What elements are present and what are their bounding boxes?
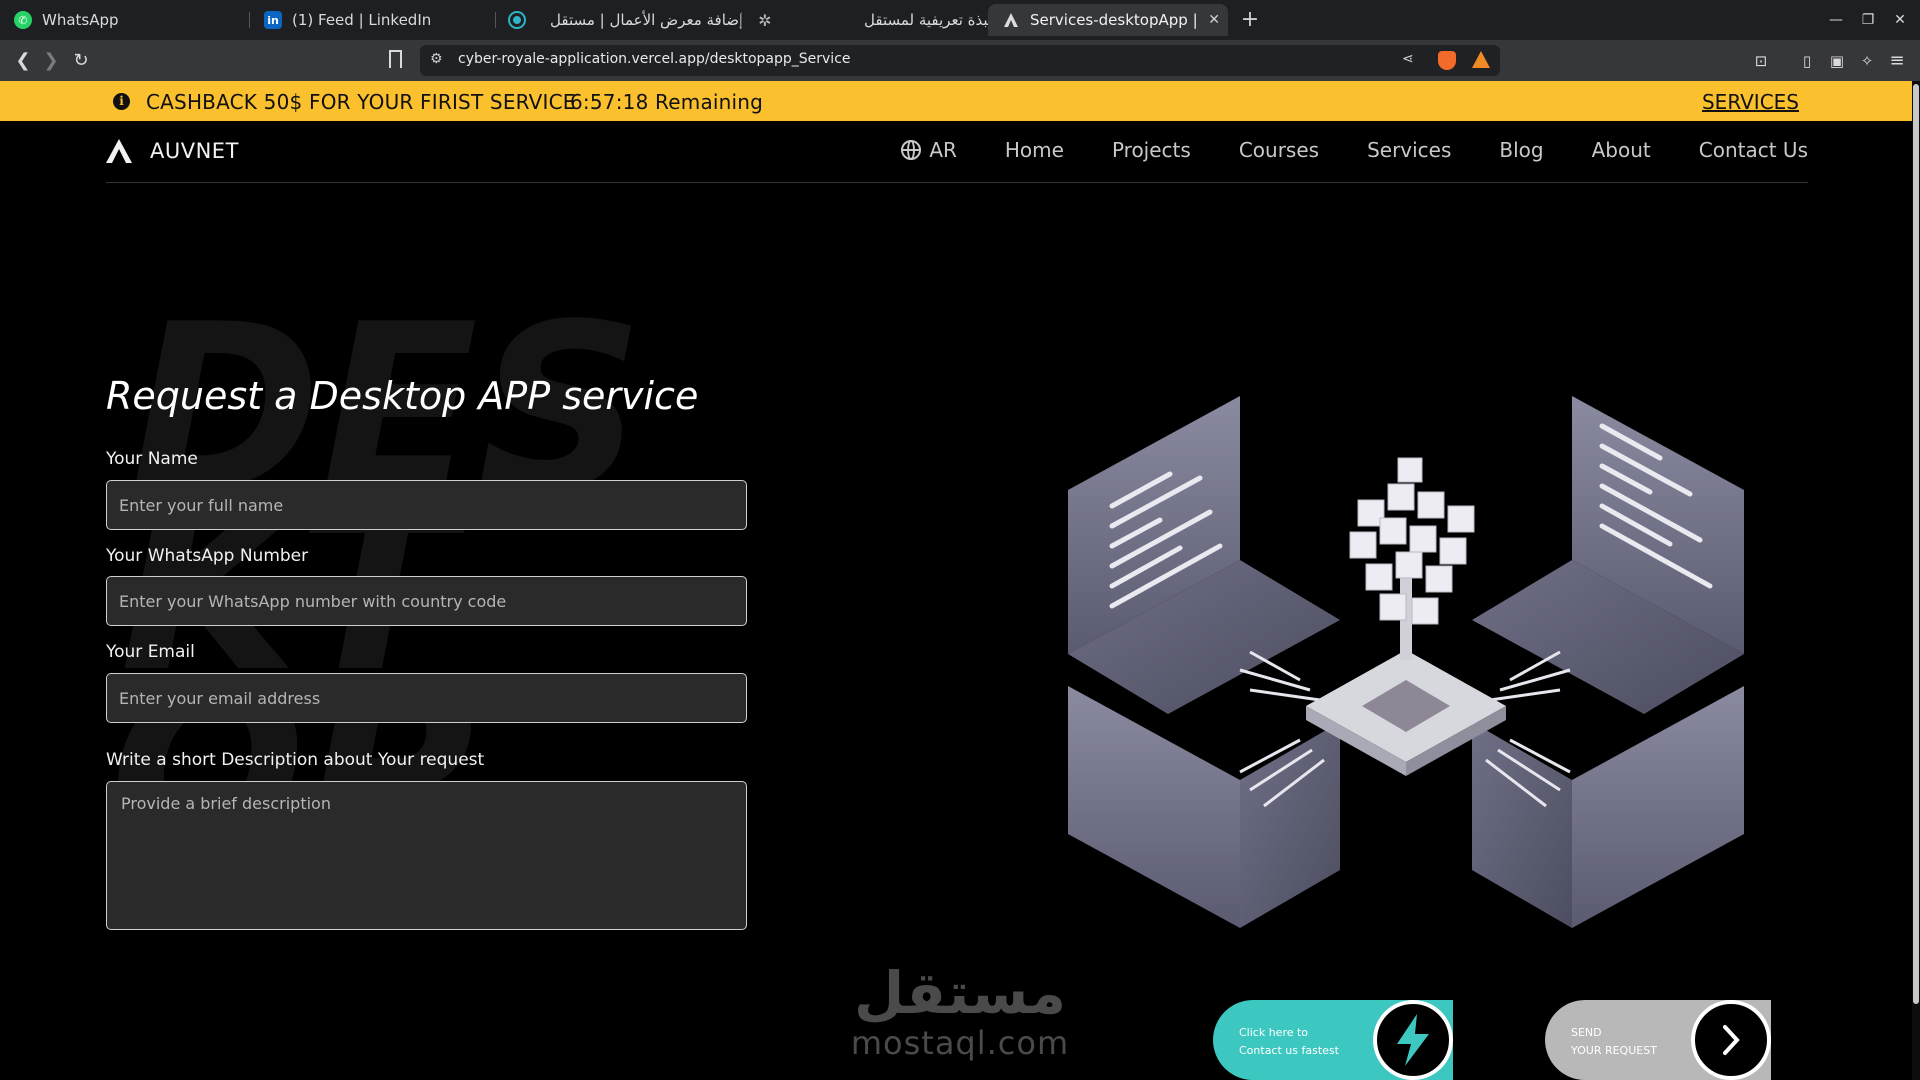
browser-tab-bar: ✆ WhatsApp in (1) Feed | LinkedIn إضافة … bbox=[0, 0, 1920, 40]
close-tab-icon[interactable]: ✕ bbox=[1208, 12, 1220, 28]
desktop-app-illustration bbox=[1068, 396, 1744, 928]
tab-mostaql-bio[interactable]: ✲ نبذة تعريفية لمستقل bbox=[742, 4, 988, 36]
restore-icon[interactable]: ❐ bbox=[1856, 8, 1880, 32]
back-icon[interactable]: ❮ bbox=[10, 48, 36, 74]
new-tab-button[interactable]: + bbox=[1236, 6, 1264, 34]
promo-services-link[interactable]: SERVICES bbox=[1702, 90, 1799, 114]
contact-line-1: Click here to bbox=[1239, 1026, 1309, 1039]
site-settings-icon[interactable]: ⚙ bbox=[430, 51, 443, 67]
nav-link-contact[interactable]: Contact Us bbox=[1699, 138, 1808, 162]
whatsapp-icon: ✆ bbox=[14, 11, 32, 29]
lightning-icon bbox=[1397, 1014, 1429, 1066]
tab-title: نبذة تعريفية لمستقل bbox=[864, 11, 988, 29]
tab-linkedin[interactable]: in (1) Feed | LinkedIn bbox=[250, 4, 496, 36]
info-icon: i bbox=[113, 93, 130, 110]
tab-search-icon[interactable]: ⊡ bbox=[1748, 48, 1774, 74]
site-header: AUVNET AR Home Projects Courses Services… bbox=[106, 121, 1808, 183]
reload-icon[interactable]: ↻ bbox=[68, 48, 94, 74]
wallet-icon[interactable]: ▣ bbox=[1824, 48, 1850, 74]
name-label: Your Name bbox=[106, 449, 198, 469]
laptop-top-left bbox=[1068, 396, 1340, 714]
url-text[interactable]: cyber-royale-application.vercel.app/desk… bbox=[458, 51, 851, 67]
auvnet-logo-icon[interactable] bbox=[106, 139, 132, 163]
tab-title: Services-desktopApp | AU bbox=[1030, 11, 1200, 29]
send-line-1: SEND bbox=[1571, 1026, 1602, 1039]
contact-fast-text: Click here to Contact us fastest bbox=[1239, 1024, 1339, 1060]
linkedin-icon: in bbox=[264, 11, 282, 29]
brave-shield-icon[interactable] bbox=[1438, 51, 1456, 70]
chevron-right-icon bbox=[1723, 1025, 1740, 1055]
brave-rewards-icon[interactable] bbox=[1472, 51, 1490, 68]
tab-title: (1) Feed | LinkedIn bbox=[292, 11, 432, 29]
scrollbar-thumb[interactable] bbox=[1913, 84, 1919, 1004]
globe-icon bbox=[901, 140, 922, 160]
close-window-icon[interactable]: ✕ bbox=[1888, 8, 1912, 32]
nav-link-about[interactable]: About bbox=[1592, 138, 1651, 162]
promo-banner: i CASHBACK 50$ FOR YOUR FIRIST SERVICE 6… bbox=[0, 81, 1912, 121]
tab-whatsapp[interactable]: ✆ WhatsApp bbox=[0, 4, 250, 36]
nav-link-blog[interactable]: Blog bbox=[1499, 138, 1543, 162]
send-request-text: SEND YOUR REQUEST bbox=[1571, 1024, 1657, 1060]
language-switch[interactable]: AR bbox=[901, 138, 957, 162]
watermark-latin: mostaql.com bbox=[850, 1024, 1070, 1062]
name-input[interactable] bbox=[106, 480, 747, 530]
main-nav: AR Home Projects Courses Services Blog A… bbox=[901, 138, 1808, 162]
browser-toolbar: ❮ ❯ ↻ ⚙ cyber-royale-application.vercel.… bbox=[0, 40, 1920, 81]
nav-link-courses[interactable]: Courses bbox=[1239, 138, 1319, 162]
email-label: Your Email bbox=[106, 642, 195, 662]
menu-icon[interactable]: ≡ bbox=[1884, 48, 1910, 74]
mostaql-watermark: مستقل mostaql.com bbox=[840, 960, 1080, 1060]
contact-fast-button[interactable]: Click here to Contact us fastest bbox=[1213, 1000, 1453, 1080]
address-bar[interactable]: ⚙ cyber-royale-application.vercel.app/de… bbox=[420, 45, 1500, 76]
whatsapp-input[interactable] bbox=[106, 576, 747, 626]
share-icon[interactable]: ⋖ bbox=[1402, 51, 1414, 67]
email-input[interactable] bbox=[106, 673, 747, 723]
leo-ai-icon[interactable]: ✧ bbox=[1854, 48, 1880, 74]
brand-name[interactable]: AUVNET bbox=[150, 139, 239, 163]
forward-icon[interactable]: ❯ bbox=[38, 48, 64, 74]
laptop-top-right bbox=[1472, 396, 1744, 714]
contact-line-2: Contact us fastest bbox=[1239, 1044, 1339, 1057]
tab-title: WhatsApp bbox=[42, 11, 119, 29]
send-request-button[interactable]: SEND YOUR REQUEST bbox=[1545, 1000, 1771, 1080]
form-title: Request a Desktop APP service bbox=[106, 374, 699, 418]
tab-mostaql-portfolio[interactable]: إضافة معرض الأعمال | مستقل bbox=[496, 4, 742, 36]
whatsapp-label: Your WhatsApp Number bbox=[106, 546, 309, 566]
bookmark-icon[interactable] bbox=[389, 50, 402, 68]
language-label: AR bbox=[929, 138, 957, 162]
mostaql-icon bbox=[510, 13, 524, 27]
promo-message: CASHBACK 50$ FOR YOUR FIRIST SERVICE bbox=[146, 90, 576, 114]
description-label: Write a short Description about Your req… bbox=[106, 750, 485, 770]
tab-title: إضافة معرض الأعمال | مستقل bbox=[550, 11, 742, 29]
nav-link-home[interactable]: Home bbox=[1005, 138, 1064, 162]
openai-icon: ✲ bbox=[758, 10, 772, 30]
sidebar-icon[interactable]: ▯ bbox=[1794, 48, 1820, 74]
tab-services-active[interactable]: Services-desktopApp | AU ✕ bbox=[988, 4, 1228, 36]
cube-tree bbox=[1349, 457, 1475, 660]
description-textarea[interactable] bbox=[106, 781, 747, 930]
laptop-bottom-left bbox=[1068, 686, 1340, 928]
nav-link-projects[interactable]: Projects bbox=[1112, 138, 1191, 162]
auvnet-icon bbox=[1004, 13, 1018, 27]
promo-countdown: 6:57:18 Remaining bbox=[570, 90, 764, 114]
laptop-bottom-right bbox=[1472, 686, 1744, 928]
send-line-2: YOUR REQUEST bbox=[1571, 1044, 1657, 1057]
contact-circle bbox=[1373, 1000, 1453, 1080]
send-circle bbox=[1691, 1000, 1771, 1080]
nav-link-services[interactable]: Services bbox=[1367, 138, 1451, 162]
minimize-icon[interactable]: — bbox=[1824, 8, 1848, 32]
watermark-arabic: مستقل bbox=[853, 959, 1067, 1027]
